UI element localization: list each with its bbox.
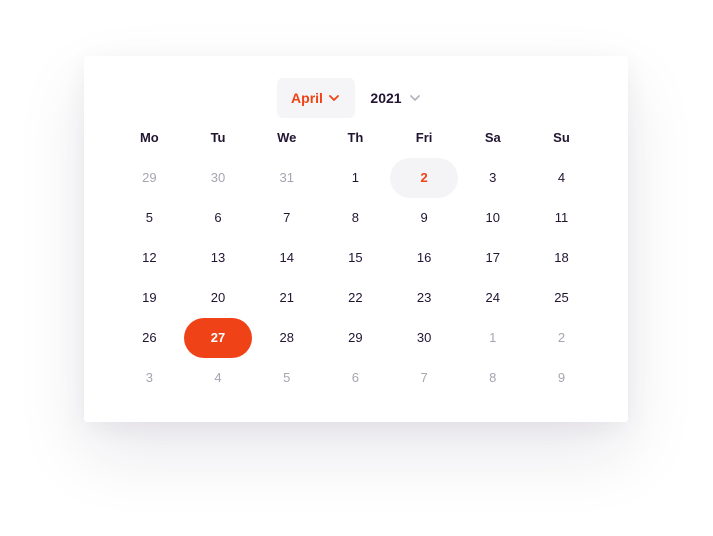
day-cell[interactable]: 8 [321, 198, 390, 238]
chevron-down-icon [409, 95, 420, 101]
day-cell[interactable]: 17 [458, 238, 527, 278]
weekday-label: Fri [415, 130, 433, 145]
week-row: 19 20 21 22 23 24 25 [115, 278, 596, 318]
day-cell[interactable]: 18 [527, 238, 596, 278]
day-cell[interactable]: 16 [390, 238, 459, 278]
year-select[interactable]: 2021 [364, 78, 428, 118]
day-cell[interactable]: 11 [527, 198, 596, 238]
week-row: 29 30 31 1 2 3 4 [115, 158, 596, 198]
month-select[interactable]: April [277, 78, 355, 118]
weekday-label: Mo [139, 130, 159, 145]
day-cell-outside-month[interactable]: 4 [184, 358, 253, 398]
day-cell[interactable]: 6 [184, 198, 253, 238]
day-cell[interactable]: 25 [527, 278, 596, 318]
day-cell[interactable]: 24 [458, 278, 527, 318]
weekday-label: Tu [210, 130, 226, 145]
week-row: 26 27 28 29 30 1 2 [115, 318, 596, 358]
week-row: 3456789 [115, 358, 596, 398]
day-cell-outside-month[interactable]: 2 [527, 318, 596, 358]
weekday-header-row: Mo Tu We Th Fri Sa Su [115, 130, 596, 145]
calendar-header: April 2021 [84, 78, 628, 118]
day-cell[interactable]: 30 [390, 318, 459, 358]
day-cell[interactable]: 26 [115, 318, 184, 358]
weekday-label: Su [553, 130, 570, 145]
week-row: 5 6 7 8 9 10 11 [115, 198, 596, 238]
chevron-down-icon [329, 95, 339, 101]
day-cell[interactable]: 15 [321, 238, 390, 278]
day-cell-outside-month[interactable]: 30 [184, 158, 253, 198]
day-cell-today[interactable]: 2 [389, 158, 459, 198]
day-cell[interactable]: 14 [252, 238, 321, 278]
day-cell[interactable]: 21 [252, 278, 321, 318]
year-label: 2021 [370, 90, 402, 106]
day-cell-outside-month[interactable]: 1 [458, 318, 527, 358]
weekday-label: We [277, 130, 297, 145]
day-cell-outside-month[interactable]: 29 [115, 158, 184, 198]
day-grid: 29 30 31 1 2 3 4 5 6 7 8 9 10 11 12 13 14 15 16 17 18 19 20 21 2… [115, 158, 596, 398]
day-cell[interactable]: 23 [390, 278, 459, 318]
day-cell[interactable]: 28 [252, 318, 321, 358]
day-cell[interactable]: 20 [184, 278, 253, 318]
day-cell-outside-month[interactable]: 8 [458, 358, 527, 398]
day-cell[interactable]: 12 [115, 238, 184, 278]
date-picker-card: April 2021 Mo Tu We Th Fri Sa Su 29 30 31 1… [84, 56, 628, 422]
day-cell[interactable]: 1 [321, 158, 390, 198]
day-cell[interactable]: 10 [458, 198, 527, 238]
day-cell[interactable]: 5 [115, 198, 184, 238]
week-row: 12 13 14 15 16 17 18 [115, 238, 596, 278]
day-cell-outside-month[interactable]: 5 [252, 358, 321, 398]
day-cell-selected[interactable]: 27 [183, 318, 253, 358]
day-cell-outside-month[interactable]: 7 [390, 358, 459, 398]
day-cell[interactable]: 13 [184, 238, 253, 278]
day-cell-outside-month[interactable]: 6 [321, 358, 390, 398]
weekday-label: Sa [484, 130, 501, 145]
day-cell-outside-month[interactable]: 31 [252, 158, 321, 198]
day-cell[interactable]: 9 [390, 198, 459, 238]
day-cell[interactable]: 4 [527, 158, 596, 198]
month-label: April [291, 90, 323, 106]
day-cell[interactable]: 7 [252, 198, 321, 238]
day-cell[interactable]: 29 [321, 318, 390, 358]
day-cell-outside-month[interactable]: 3 [115, 358, 184, 398]
day-cell-outside-month[interactable]: 9 [527, 358, 596, 398]
weekday-label: Th [347, 130, 364, 145]
day-cell[interactable]: 3 [458, 158, 527, 198]
day-cell[interactable]: 19 [115, 278, 184, 318]
day-cell[interactable]: 22 [321, 278, 390, 318]
